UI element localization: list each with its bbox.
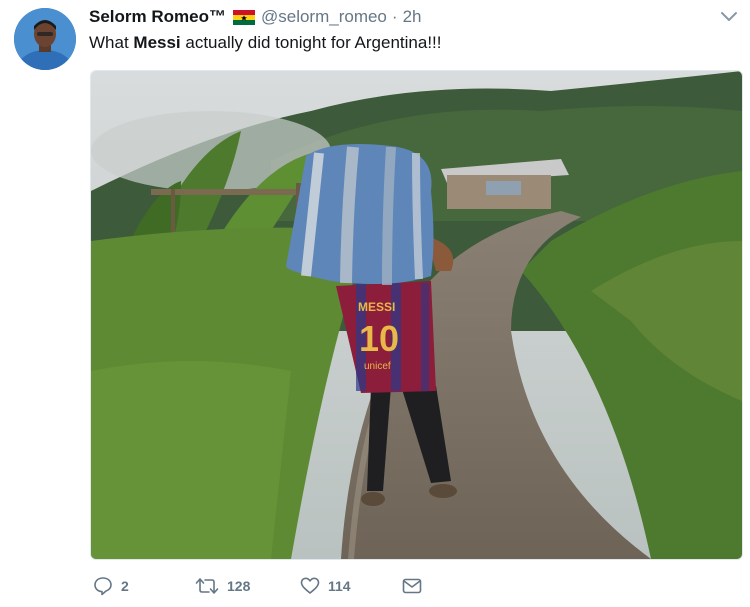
tweet-text-bold: Messi	[133, 33, 181, 52]
tweet-timestamp[interactable]: 2h	[403, 7, 422, 27]
user-name[interactable]: Selorm Romeo™	[89, 7, 226, 27]
tweet: Selorm Romeo™ @selorm_romeo · 2h What Me…	[0, 0, 750, 607]
message-icon	[402, 576, 422, 596]
retweet-icon	[195, 576, 219, 596]
tweet-text-end: actually did tonight for Argentina!!!	[180, 33, 442, 52]
tweet-header: Selorm Romeo™ @selorm_romeo · 2h	[89, 6, 421, 28]
ghana-flag-icon	[232, 9, 255, 25]
like-action[interactable]: 114	[300, 576, 351, 596]
jersey-sponsor-text: unicef	[364, 361, 391, 372]
retweet-action[interactable]: 128	[195, 576, 250, 596]
like-count: 114	[328, 578, 351, 594]
jersey-number-text: 10	[359, 318, 399, 359]
retweet-count: 128	[227, 578, 251, 594]
like-icon	[300, 576, 320, 596]
separator-dot: ·	[391, 7, 398, 26]
avatar[interactable]	[14, 8, 76, 70]
tweet-photo[interactable]: MESSI 10 unicef	[90, 70, 743, 560]
user-handle[interactable]: @selorm_romeo	[261, 7, 387, 27]
jersey-name-text: MESSI	[358, 300, 395, 314]
tweet-actions: 2 128 114	[90, 572, 490, 602]
message-action[interactable]	[402, 576, 422, 596]
chevron-down-icon[interactable]	[718, 9, 740, 25]
reply-action[interactable]: 2	[93, 576, 129, 596]
tweet-text-start: What	[89, 33, 134, 52]
reply-count: 2	[121, 578, 129, 594]
reply-icon	[93, 576, 113, 596]
tweet-text: What Messi actually did tonight for Arge…	[89, 33, 441, 53]
